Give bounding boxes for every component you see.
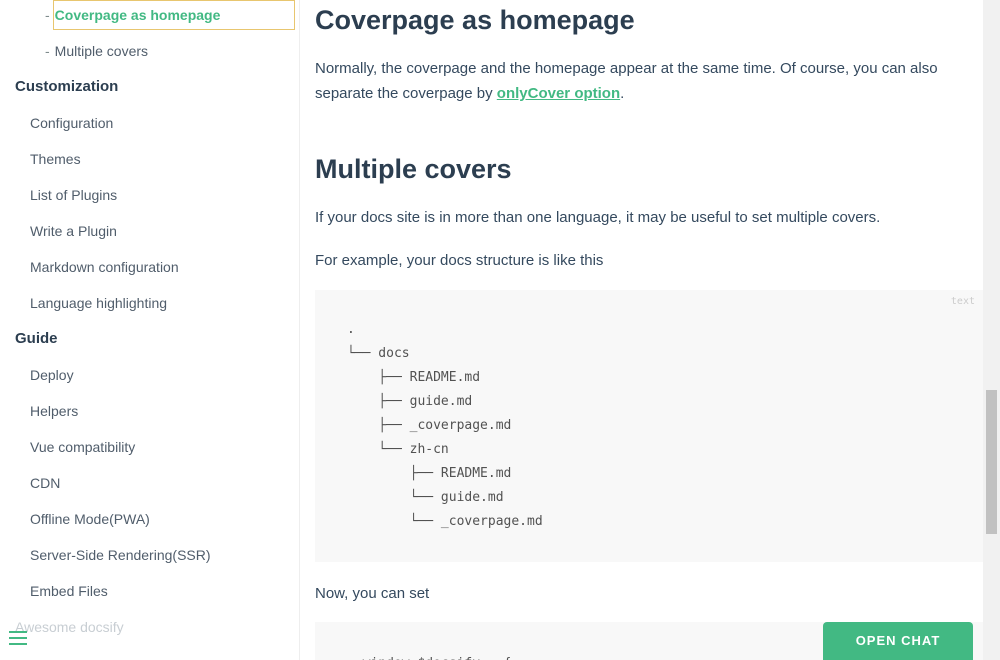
- sidebar-item-write-a-plugin[interactable]: Write a Plugin: [30, 222, 117, 240]
- sidebar-item-vue-compatibility[interactable]: Vue compatibility: [30, 438, 135, 456]
- paragraph-text: .: [620, 85, 625, 102]
- code-line: ├── README.md: [347, 370, 481, 385]
- paragraph-coverpage-intro: Normally, the coverpage and the homepage…: [315, 56, 970, 106]
- only-cover-option-link[interactable]: onlyCover option: [497, 85, 620, 102]
- sidebar-section-guide[interactable]: Guide: [15, 330, 58, 348]
- sidebar-item-deploy[interactable]: Deploy: [30, 366, 74, 384]
- sidebar-item-coverpage-as-homepage[interactable]: - Coverpage as homepage: [45, 6, 220, 24]
- code-content: window.$docsify = {: [347, 652, 512, 660]
- sidebar-item-awesome-docsify[interactable]: Awesome docsify: [15, 618, 124, 636]
- sidebar-item-offline-mode[interactable]: Offline Mode(PWA): [30, 510, 150, 528]
- sidebar-item-helpers[interactable]: Helpers: [30, 402, 78, 420]
- sidebar-section-customization[interactable]: Customization: [15, 78, 118, 96]
- code-line: .: [347, 322, 355, 337]
- sidebar-item-embed-files[interactable]: Embed Files: [30, 582, 108, 600]
- sidebar-item-themes[interactable]: Themes: [30, 150, 81, 168]
- bullet-dash: -: [45, 43, 50, 59]
- scrollbar-thumb[interactable]: [986, 390, 997, 534]
- paragraph-text: Normally, the coverpage and the homepage…: [315, 60, 938, 102]
- sidebar: - Coverpage as homepage - Multiple covers …: [0, 0, 300, 660]
- sidebar-item-multiple-covers[interactable]: - Multiple covers: [45, 42, 148, 60]
- main-content: Coverpage as homepage Normally, the cove…: [300, 0, 983, 660]
- sidebar-item-markdown-configuration[interactable]: Markdown configuration: [30, 258, 179, 276]
- paragraph-now-you-can-set: Now, you can set: [315, 585, 430, 602]
- code-block-structure: text . └── docs ├── README.md ├── guide.…: [315, 290, 983, 562]
- sidebar-item-language-highlighting[interactable]: Language highlighting: [30, 294, 167, 312]
- code-line: └── zh-cn: [347, 442, 449, 457]
- bullet-dash: -: [45, 7, 50, 23]
- sidebar-item-label: Coverpage as homepage: [54, 7, 221, 23]
- sidebar-item-label: Multiple covers: [54, 43, 149, 59]
- sidebar-item-cdn[interactable]: CDN: [30, 474, 60, 492]
- sidebar-item-list-of-plugins[interactable]: List of Plugins: [30, 186, 117, 204]
- code-line: └── _coverpage.md: [347, 514, 543, 529]
- code-line: ├── guide.md: [347, 394, 473, 409]
- heading-coverpage-as-homepage: Coverpage as homepage: [315, 5, 635, 35]
- code-content: . └── docs ├── README.md ├── guide.md ├─…: [347, 318, 543, 534]
- code-line: └── docs: [347, 346, 410, 361]
- paragraph-docs-structure: For example, your docs structure is like…: [315, 252, 604, 269]
- heading-multiple-covers: Multiple covers: [315, 154, 512, 184]
- hamburger-menu-icon[interactable]: [9, 631, 27, 647]
- scrollbar-track[interactable]: [983, 0, 1000, 660]
- sidebar-item-ssr[interactable]: Server-Side Rendering(SSR): [30, 546, 211, 564]
- code-language-label: text: [950, 296, 975, 307]
- code-line: ├── _coverpage.md: [347, 418, 512, 433]
- code-line: ├── README.md: [347, 466, 512, 481]
- open-chat-button[interactable]: OPEN CHAT: [823, 622, 973, 660]
- sidebar-item-configuration[interactable]: Configuration: [30, 114, 113, 132]
- paragraph-multiple-covers: If your docs site is in more than one la…: [315, 209, 881, 226]
- code-line: └── guide.md: [347, 490, 504, 505]
